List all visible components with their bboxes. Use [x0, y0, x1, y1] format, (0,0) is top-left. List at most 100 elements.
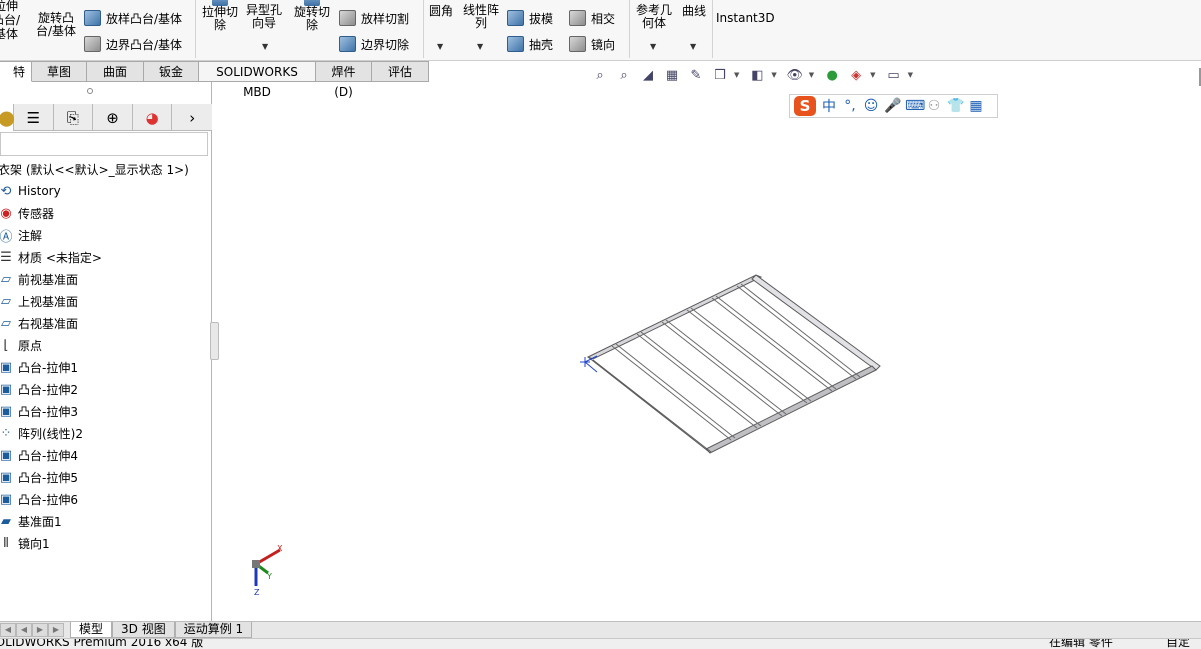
- instant3d-label: Instant3D: [716, 11, 775, 25]
- view-orientation-caret-icon[interactable]: ▼: [734, 71, 739, 79]
- tree-root[interactable]: 衣架 (默认<<默认>_显示状态 1>): [0, 158, 212, 180]
- plane-icon: ▰: [1, 513, 11, 529]
- tree-filter-input[interactable]: [0, 132, 208, 156]
- panel-tabs: ⬤ ☰ ⎘ ⊕ ◕ ›: [0, 104, 212, 131]
- mirror-icon: ⫴: [3, 535, 9, 551]
- plane-icon: ▱: [1, 271, 11, 287]
- view-settings-icon[interactable]: ▭: [884, 66, 904, 84]
- tree-item[interactable]: Ⓐ 注解: [0, 224, 212, 246]
- reference-geometry-button[interactable]: 参考几何体: [633, 4, 675, 30]
- frame-left-rail-inner: [592, 359, 712, 453]
- loft-icon: [84, 10, 101, 26]
- apply-scene-icon[interactable]: ◈: [846, 66, 866, 84]
- configuration-manager-tab[interactable]: ⎘: [54, 104, 94, 131]
- loft-cut-button[interactable]: 放样切割: [339, 8, 409, 28]
- last-tab-icon[interactable]: ▶: [48, 623, 64, 637]
- tree-item[interactable]: ▣ 凸台-拉伸5: [0, 466, 212, 488]
- boundary-boss-label: 边界凸台/基体: [106, 37, 183, 52]
- status-bar: SOLIDWORKS Premium 2016 x64 版 在编辑 零件 自定义: [0, 638, 1201, 649]
- tab-evaluate[interactable]: 评估: [372, 61, 429, 82]
- boundary-boss-button[interactable]: 边界凸台/基体: [84, 34, 182, 54]
- tree-item[interactable]: ⫴ 镜向1: [0, 532, 212, 554]
- display-style-caret-icon[interactable]: ▼: [771, 71, 776, 79]
- reference-geometry-dropdown-icon[interactable]: ▼: [650, 42, 656, 51]
- tree-item[interactable]: ▰ 基准面1: [0, 510, 212, 532]
- curves-button[interactable]: 曲线: [679, 5, 709, 18]
- intersect-button[interactable]: 相交: [569, 8, 615, 28]
- tab-model[interactable]: 模型: [70, 622, 113, 638]
- feature-manager-tab[interactable]: ⬤: [0, 104, 15, 131]
- tree-item-label: 右视基准面: [18, 316, 79, 331]
- tree-item[interactable]: ▣ 凸台-拉伸2: [0, 378, 212, 400]
- instant3d-button[interactable]: Instant3D: [716, 11, 775, 25]
- tree-item[interactable]: ▱ 右视基准面: [0, 312, 212, 334]
- section-view-icon[interactable]: ▦: [662, 66, 682, 84]
- mirror-button[interactable]: 镜向: [569, 34, 615, 54]
- linear-pattern-dropdown-icon[interactable]: ▼: [477, 42, 483, 51]
- tree-item[interactable]: ▣ 凸台-拉伸4: [0, 444, 212, 466]
- display-style-icon[interactable]: ◧: [747, 66, 767, 84]
- first-tab-icon[interactable]: ◀: [0, 623, 16, 637]
- tab-sketch[interactable]: 草图: [32, 61, 87, 82]
- units-status[interactable]: 自定义: [1166, 639, 1201, 649]
- tree-item[interactable]: ☰ 材质 <未指定>: [0, 246, 212, 268]
- curves-dropdown-icon[interactable]: ▼: [690, 42, 696, 51]
- zoom-to-area-icon[interactable]: ⌕: [614, 66, 634, 84]
- dynamic-annotation-icon[interactable]: ✎: [686, 66, 706, 84]
- zoom-to-fit-icon[interactable]: ⌕: [590, 66, 610, 84]
- linear-pattern-button[interactable]: 线性阵列: [460, 4, 502, 30]
- previous-view-icon[interactable]: ◢: [638, 66, 658, 84]
- extrude-icon: ▣: [0, 359, 13, 375]
- view-settings-caret-icon[interactable]: ▼: [908, 71, 913, 79]
- tab-sheet-metal[interactable]: 钣金: [144, 61, 199, 82]
- view-orientation-icon[interactable]: ❒: [710, 66, 730, 84]
- tree-item[interactable]: ⁘ 阵列(线性)2: [0, 422, 212, 444]
- property-manager-tab[interactable]: ☰: [14, 104, 54, 131]
- display-manager-tab[interactable]: ◕: [133, 104, 173, 131]
- shell-button[interactable]: 抽壳: [507, 34, 553, 54]
- revolve-boss-label: 旋转凸台/基体: [35, 11, 77, 38]
- loft-boss-button[interactable]: 放样凸台/基体: [84, 8, 182, 28]
- hide-show-caret-icon[interactable]: ▼: [809, 71, 814, 79]
- prev-tab-icon[interactable]: ◀: [16, 623, 32, 637]
- tree-item[interactable]: ◉ 传感器: [0, 202, 212, 224]
- tree-item[interactable]: ⟲ History: [0, 180, 212, 202]
- tree-item[interactable]: ▣ 凸台-拉伸3: [0, 400, 212, 422]
- revolve-boss-button[interactable]: 旋转凸台/基体: [34, 12, 78, 38]
- revolve-cut-button[interactable]: 旋转切除: [290, 0, 334, 32]
- tree-item[interactable]: ▱ 上视基准面: [0, 290, 212, 312]
- tree-item[interactable]: ▣ 凸台-拉伸1: [0, 356, 212, 378]
- draft-button[interactable]: 拔模: [507, 8, 553, 28]
- fillet-dropdown-icon[interactable]: ▼: [437, 42, 443, 51]
- feature-tree-icon: ⬤: [0, 108, 15, 127]
- tab-mbd[interactable]: SOLIDWORKS MBD: [199, 61, 316, 99]
- triad-z-label: Z: [254, 588, 260, 597]
- extrude-cut-button[interactable]: 拉伸切除: [200, 0, 240, 32]
- tree-item-label: 传感器: [18, 206, 55, 221]
- hide-show-items-icon[interactable]: 👁: [785, 66, 805, 84]
- frame-slats: [611, 283, 861, 441]
- tab-motion-study-label: 运动算例 1: [183, 622, 244, 636]
- apply-scene-caret-icon[interactable]: ▼: [870, 71, 875, 79]
- tree-item[interactable]: ▣ 凸台-拉伸6: [0, 488, 212, 510]
- edit-appearance-icon[interactable]: ●: [822, 66, 842, 84]
- tab-surfaces[interactable]: 曲面: [87, 61, 144, 82]
- tab-weldments[interactable]: 焊件(D): [316, 61, 372, 99]
- panel-tabs-expand[interactable]: ›: [172, 104, 212, 131]
- hole-wizard-dropdown-icon[interactable]: ▼: [262, 42, 268, 51]
- tree-item[interactable]: ⌊ 原点: [0, 334, 212, 356]
- fillet-button[interactable]: 圆角: [426, 5, 456, 18]
- panel-collapse-dot[interactable]: [87, 88, 93, 94]
- tab-motion-study[interactable]: 运动算例 1: [174, 622, 253, 638]
- boundary-cut-button[interactable]: 边界切除: [339, 34, 409, 54]
- tab-3d-views[interactable]: 3D 视图: [112, 622, 175, 638]
- graphics-viewport[interactable]: [213, 86, 1187, 621]
- hole-wizard-button[interactable]: 异型孔向导: [244, 4, 286, 30]
- tree-item-label: 前视基准面: [18, 272, 79, 287]
- extrude-boss-button[interactable]: 拉伸凸台/基体: [0, 0, 28, 41]
- next-tab-icon[interactable]: ▶: [32, 623, 48, 637]
- shell-icon: [507, 36, 524, 52]
- tab-features[interactable]: 特征: [0, 61, 32, 99]
- tree-item[interactable]: ▱ 前视基准面: [0, 268, 212, 290]
- dimxpert-manager-tab[interactable]: ⊕: [93, 104, 133, 131]
